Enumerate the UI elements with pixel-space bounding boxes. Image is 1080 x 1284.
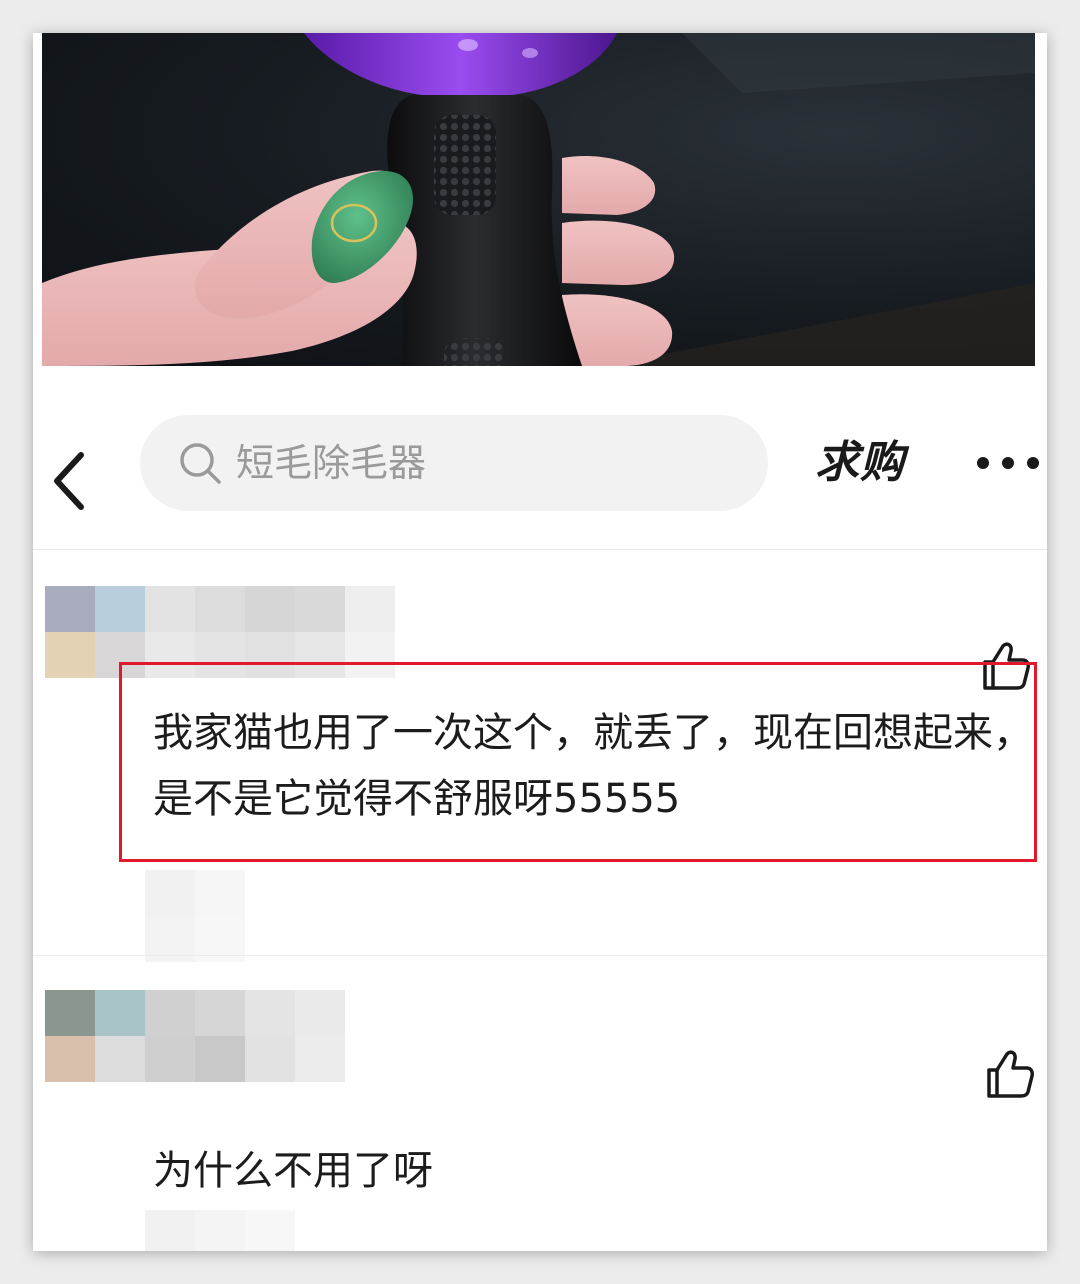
search-icon: [180, 443, 221, 484]
comment-meta-blurred: [145, 1210, 295, 1251]
thumbs-up-icon: [987, 1050, 1034, 1098]
back-button[interactable]: [41, 435, 97, 525]
comment-meta-blurred: [145, 870, 245, 962]
product-photo: [42, 33, 1035, 366]
comment-item: 为什么不用了呀: [33, 990, 1047, 1251]
top-bar: 求购: [33, 413, 1047, 549]
chevron-left-icon: [54, 452, 84, 510]
avatar-blurred[interactable]: [45, 990, 345, 1082]
tab-buy-request[interactable]: 求购: [815, 431, 905, 495]
comment-text: 为什么不用了呀: [153, 1148, 433, 1194]
comment-text: 我家猫也用了一次这个，就丢了，现在回想起来，是不是它觉得不舒服呀55555: [153, 710, 1033, 822]
hand-holding-tool-image: [42, 33, 1035, 366]
more-button[interactable]: [973, 443, 1043, 483]
divider: [33, 549, 1047, 550]
like-button[interactable]: [983, 1048, 1035, 1100]
search-input[interactable]: [236, 435, 736, 491]
divider: [33, 955, 1047, 956]
comment-item: 我家猫也用了一次这个，就丢了，现在回想起来，是不是它觉得不舒服呀55555: [33, 586, 1047, 962]
screenshot-card: 求购 我家猫也用了一次这个，就丢了，现在回想起来，是不是它觉得不舒服呀55: [33, 33, 1047, 1251]
search-bar[interactable]: [140, 415, 768, 511]
more-dots-icon: [977, 457, 989, 469]
